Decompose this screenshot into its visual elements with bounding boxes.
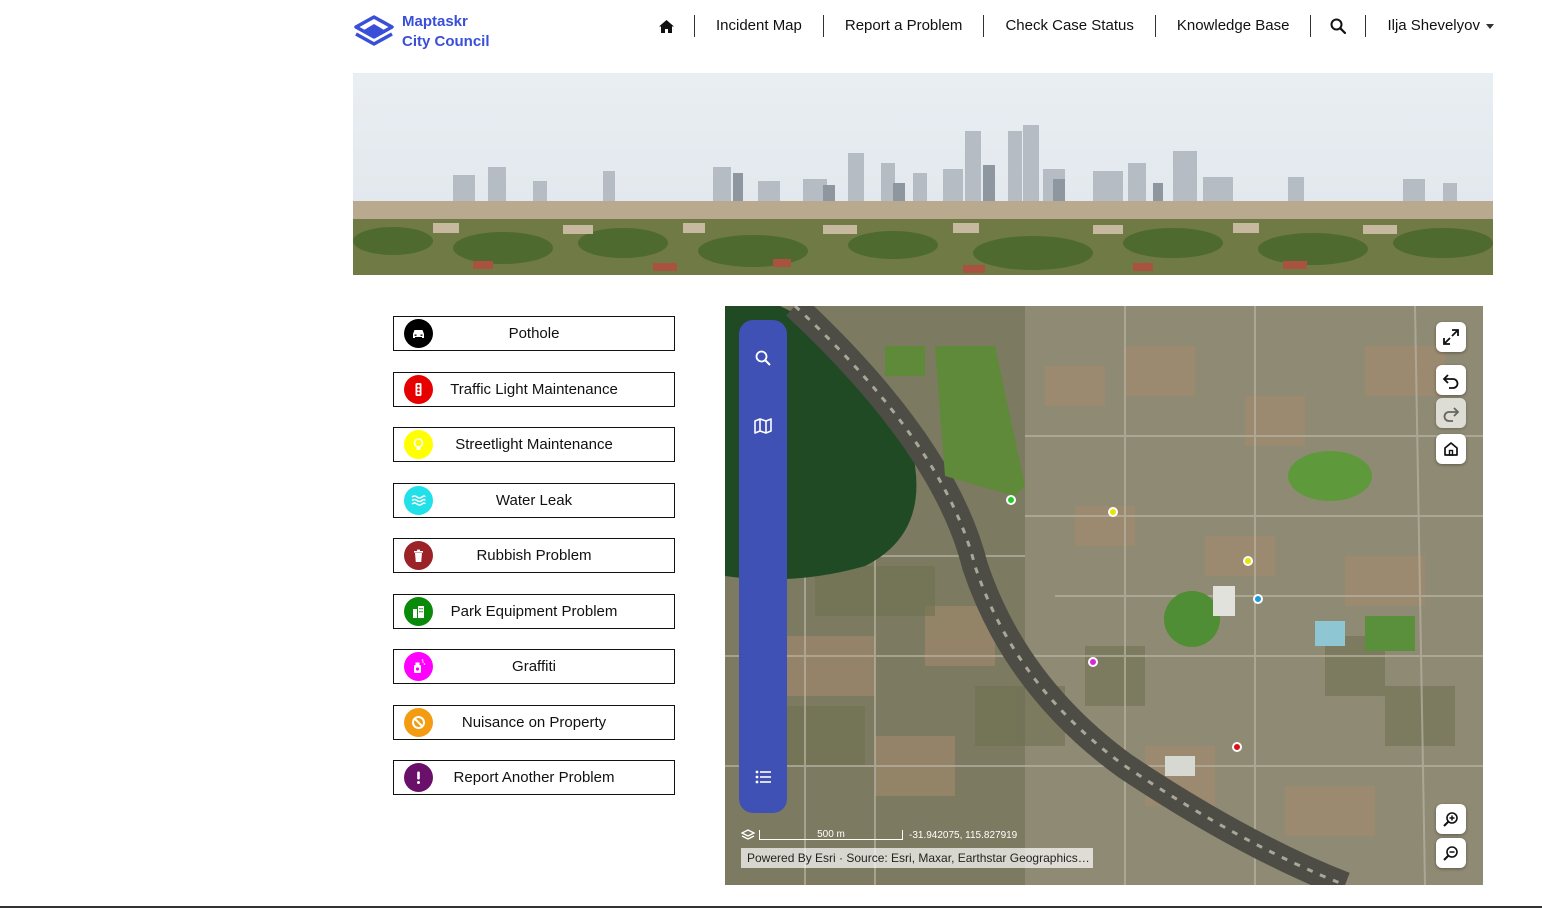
layers-icon bbox=[741, 829, 755, 840]
park-icon bbox=[404, 596, 433, 626]
incident-marker[interactable] bbox=[1006, 495, 1016, 505]
spray-can-icon bbox=[404, 652, 433, 681]
problem-category-list: Pothole Traffic Light Maintenance Street… bbox=[393, 316, 675, 816]
incident-marker[interactable] bbox=[1253, 594, 1263, 604]
incident-marker[interactable] bbox=[1108, 507, 1118, 517]
category-label: Water Leak bbox=[495, 491, 573, 509]
user-name: Ilja Shevelyov bbox=[1387, 17, 1480, 34]
skyline-image bbox=[353, 73, 1493, 275]
category-park-equipment-problem[interactable]: Park Equipment Problem bbox=[393, 593, 675, 629]
category-label: Park Equipment Problem bbox=[450, 602, 618, 620]
list-icon bbox=[755, 770, 771, 784]
incident-marker[interactable] bbox=[1232, 742, 1242, 752]
user-menu[interactable]: Ilja Shevelyov bbox=[1366, 15, 1494, 37]
category-label: Report Another Problem bbox=[453, 769, 615, 786]
water-icon bbox=[404, 485, 433, 515]
category-nuisance-on-property[interactable]: Nuisance on Property bbox=[393, 704, 675, 740]
legend-list-button[interactable] bbox=[751, 765, 775, 789]
scale-bar: 500 m -31.942075, 115.827919 bbox=[741, 826, 1017, 844]
category-label: Pothole bbox=[508, 325, 560, 342]
category-label: Nuisance on Property bbox=[461, 713, 607, 731]
map-attribution: Powered By Esri · Source: Esri, Maxar, E… bbox=[741, 848, 1093, 868]
maptaskr-logo-icon bbox=[354, 15, 394, 46]
category-traffic-light-maintenance[interactable]: Traffic Light Maintenance bbox=[393, 371, 675, 407]
brand-subtitle: City Council bbox=[402, 33, 490, 50]
brand-logo[interactable]: Maptaskr City Council bbox=[352, 12, 490, 52]
trash-icon bbox=[404, 541, 433, 570]
search-icon bbox=[755, 350, 771, 366]
home-extent-button[interactable] bbox=[1436, 434, 1466, 464]
category-graffiti[interactable]: Graffiti bbox=[393, 649, 675, 684]
satellite-basemap bbox=[725, 306, 1483, 885]
category-label: Traffic Light Maintenance bbox=[450, 380, 618, 398]
lightbulb-icon bbox=[404, 430, 433, 459]
brand-name: Maptaskr bbox=[402, 13, 468, 30]
traffic-light-icon bbox=[404, 374, 433, 404]
expand-icon bbox=[1443, 329, 1459, 345]
ban-icon bbox=[404, 707, 433, 737]
nav-knowledge-base[interactable]: Knowledge Base bbox=[1156, 15, 1312, 37]
chevron-down-icon bbox=[1486, 23, 1494, 29]
zoom-out-icon bbox=[1443, 846, 1458, 861]
incident-marker[interactable] bbox=[1088, 657, 1098, 667]
exclamation-icon bbox=[404, 763, 433, 792]
scale-bar-label: 500 m bbox=[759, 830, 903, 840]
category-label: Streetlight Maintenance bbox=[455, 436, 613, 453]
home-icon bbox=[658, 19, 674, 33]
map-tool-rail bbox=[739, 320, 787, 813]
footer-divider bbox=[0, 906, 1542, 908]
main-nav: Incident Map Report a Problem Check Case… bbox=[639, 8, 1494, 44]
basemap-button[interactable] bbox=[751, 414, 775, 438]
category-streetlight-maintenance[interactable]: Streetlight Maintenance bbox=[393, 427, 675, 462]
city-skyline-banner bbox=[353, 73, 1493, 275]
category-label: Rubbish Problem bbox=[476, 547, 592, 564]
category-pothole[interactable]: Pothole bbox=[393, 316, 675, 351]
nav-home[interactable] bbox=[639, 15, 695, 37]
zoom-out-button[interactable] bbox=[1436, 838, 1466, 868]
redo-icon bbox=[1443, 407, 1460, 422]
search-icon bbox=[1330, 18, 1347, 34]
incident-map[interactable]: 500 m -31.942075, 115.827919 Powered By … bbox=[725, 306, 1483, 885]
incident-marker[interactable] bbox=[1243, 556, 1253, 566]
map-search-button[interactable] bbox=[751, 346, 775, 370]
nav-incident-map[interactable]: Incident Map bbox=[695, 15, 824, 37]
zoom-in-button[interactable] bbox=[1436, 804, 1466, 834]
category-label: Graffiti bbox=[512, 658, 556, 675]
category-rubbish-problem[interactable]: Rubbish Problem bbox=[393, 538, 675, 573]
nav-search[interactable] bbox=[1311, 15, 1367, 37]
map-icon bbox=[754, 418, 772, 434]
cursor-coordinates: -31.942075, 115.827919 bbox=[909, 829, 1018, 841]
zoom-in-icon bbox=[1443, 812, 1458, 827]
home-icon bbox=[1444, 442, 1458, 456]
car-icon bbox=[404, 319, 433, 348]
undo-icon bbox=[1442, 374, 1459, 389]
category-water-leak[interactable]: Water Leak bbox=[393, 482, 675, 518]
category-report-another-problem[interactable]: Report Another Problem bbox=[393, 760, 675, 795]
nav-check-case-status[interactable]: Check Case Status bbox=[984, 15, 1156, 37]
nav-report-problem[interactable]: Report a Problem bbox=[824, 15, 985, 37]
redo-button[interactable] bbox=[1436, 398, 1466, 428]
undo-button[interactable] bbox=[1436, 365, 1466, 395]
fullscreen-button[interactable] bbox=[1436, 322, 1466, 352]
